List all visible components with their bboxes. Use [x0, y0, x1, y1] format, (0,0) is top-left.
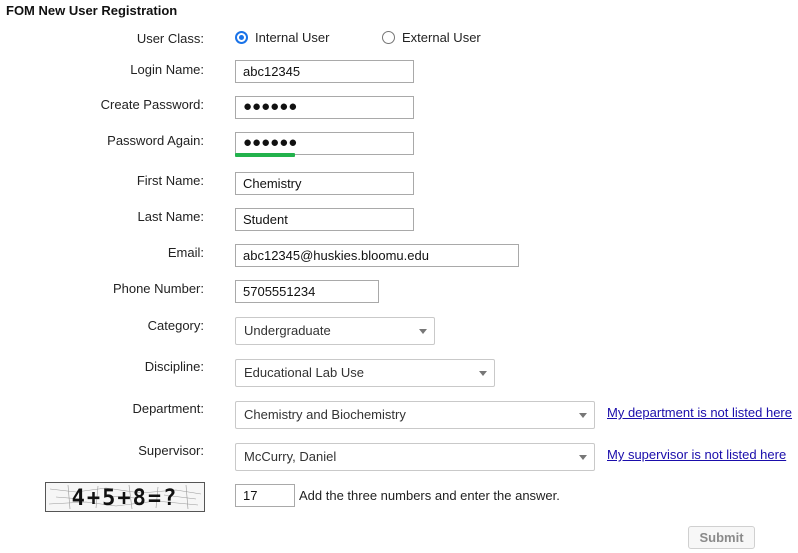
create-password-mask: ●●●●●●	[243, 98, 298, 115]
create-password-input[interactable]: ●●●●●●	[235, 96, 414, 119]
login-name-label: Login Name:	[130, 62, 204, 77]
external-user-radio[interactable]: External User	[382, 30, 481, 45]
discipline-select[interactable]: Educational Lab Use	[235, 359, 495, 387]
captcha-hint: Add the three numbers and enter the answ…	[299, 488, 560, 503]
submit-button[interactable]: Submit	[688, 526, 755, 549]
chevron-down-icon	[579, 413, 587, 418]
radio-selected-indicator[interactable]	[235, 31, 248, 44]
category-label: Category:	[147, 318, 204, 333]
captcha-image: 4+5+8=?	[45, 482, 205, 512]
internal-user-radio[interactable]: Internal User	[235, 30, 329, 45]
email-input[interactable]: abc12345@huskies.bloomu.edu	[235, 244, 519, 267]
login-name-input[interactable]: abc12345	[235, 60, 414, 83]
internal-user-label: Internal User	[255, 30, 330, 45]
category-select[interactable]: Undergraduate	[235, 317, 435, 345]
user-class-label: User Class:	[136, 31, 204, 46]
phone-number-label: Phone Number:	[112, 281, 204, 296]
category-value: Undergraduate	[244, 323, 331, 338]
department-label: Department:	[132, 401, 204, 416]
chevron-down-icon	[479, 371, 487, 376]
supervisor-label: Supervisor:	[138, 443, 204, 458]
password-match-indicator	[235, 153, 295, 157]
password-again-input[interactable]: ●●●●●●	[235, 132, 414, 155]
phone-number-input[interactable]: 5705551234	[235, 280, 379, 303]
department-not-listed-link[interactable]: My department is not listed here	[607, 405, 792, 420]
supervisor-select[interactable]: McCurry, Daniel	[235, 443, 595, 471]
chevron-down-icon	[419, 329, 427, 334]
department-value: Chemistry and Biochemistry	[244, 407, 406, 422]
discipline-label: Discipline:	[144, 359, 204, 374]
captcha-text: 4+5+8=?	[72, 486, 179, 511]
password-again-mask: ●●●●●●	[243, 134, 298, 151]
supervisor-value: McCurry, Daniel	[244, 449, 337, 464]
page-title: FOM New User Registration	[6, 3, 178, 18]
captcha-noise: 4+5+8=?	[46, 483, 204, 511]
chevron-down-icon	[579, 455, 587, 460]
external-user-label: External User	[402, 30, 481, 45]
first-name-label: First Name:	[136, 173, 204, 188]
last-name-input[interactable]: Student	[235, 208, 414, 231]
first-name-input[interactable]: Chemistry	[235, 172, 414, 195]
captcha-answer-input[interactable]: 17	[235, 484, 295, 507]
radio-unselected-indicator[interactable]	[382, 31, 395, 44]
password-again-label: Password Again:	[107, 133, 204, 148]
create-password-label: Create Password:	[100, 97, 204, 112]
email-label: Email:	[167, 245, 204, 260]
discipline-value: Educational Lab Use	[244, 365, 364, 380]
supervisor-not-listed-link[interactable]: My supervisor is not listed here	[607, 447, 786, 462]
department-select[interactable]: Chemistry and Biochemistry	[235, 401, 595, 429]
last-name-label: Last Name:	[137, 209, 204, 224]
